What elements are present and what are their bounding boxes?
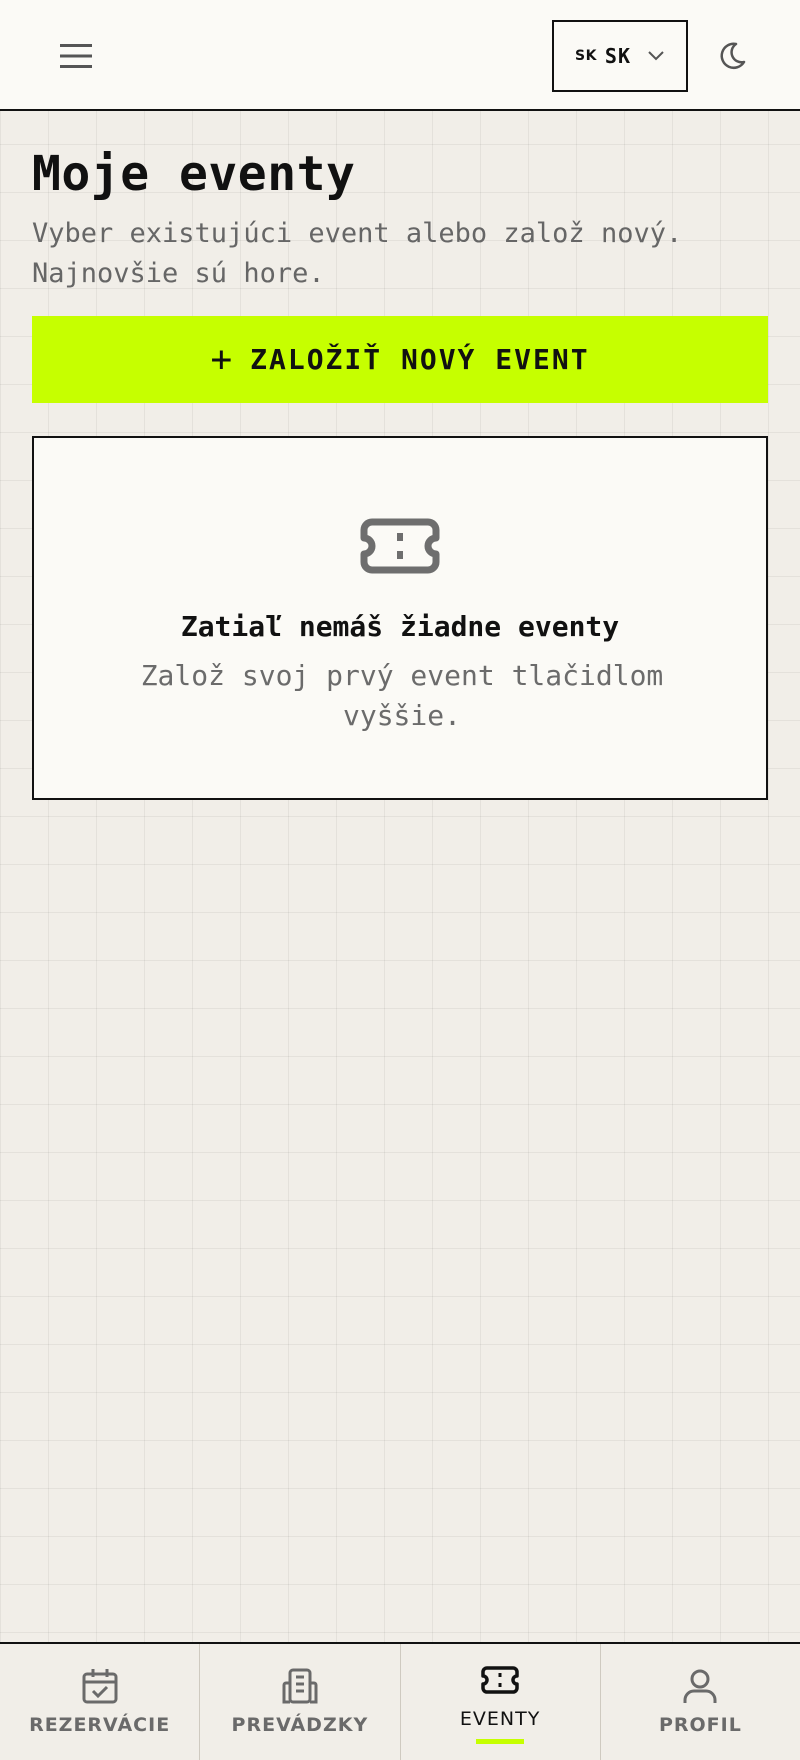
moon-icon[interactable] [712,36,752,76]
chevron-down-icon [647,50,665,62]
empty-state-title: Zatiaľ nemáš žiadne eventy [180,610,620,643]
empty-state-text: Založ svoj prvý event tlačidlom vyššie. [140,659,664,732]
nav-label-profile: PROFIL [658,1714,742,1736]
active-tab-indicator [476,1739,525,1744]
calendar-check-icon [80,1666,120,1706]
nav-item-reservations[interactable]: REZERVÁCIE [0,1644,201,1760]
create-event-label: ZALOŽIŤ NOVÝ EVENT [250,343,590,376]
ticket-icon [480,1660,520,1700]
bottom-nav: REZERVÁCIE PREVÁDZKY EVENTY PROFIL [0,1642,800,1760]
building-icon [280,1666,320,1706]
ticket-icon [360,516,440,576]
nav-item-events[interactable]: EVENTY [401,1644,601,1760]
language-code: SK [604,44,632,68]
hamburger-menu-icon[interactable] [56,38,96,74]
page-subtitle: Vyber existujúci event alebo založ nový.… [32,218,683,289]
create-event-button[interactable]: + ZALOŽIŤ NOVÝ EVENT [32,316,768,403]
nav-item-profile[interactable]: PROFIL [601,1644,800,1760]
top-bar: SK SK [0,0,800,111]
language-flag: SK [574,48,597,64]
language-select[interactable]: SK SK [552,20,688,92]
empty-state-card: Zatiaľ nemáš žiadne eventy Založ svoj pr… [32,436,768,800]
nav-label-venues: PREVÁDZKY [231,1714,369,1736]
nav-item-venues[interactable]: PREVÁDZKY [200,1644,401,1760]
plus-icon: + [210,338,235,380]
user-icon [680,1666,720,1706]
page-title: Moje eventy [32,146,356,202]
nav-label-events: EVENTY [459,1708,541,1730]
nav-label-reservations: REZERVÁCIE [29,1714,171,1736]
